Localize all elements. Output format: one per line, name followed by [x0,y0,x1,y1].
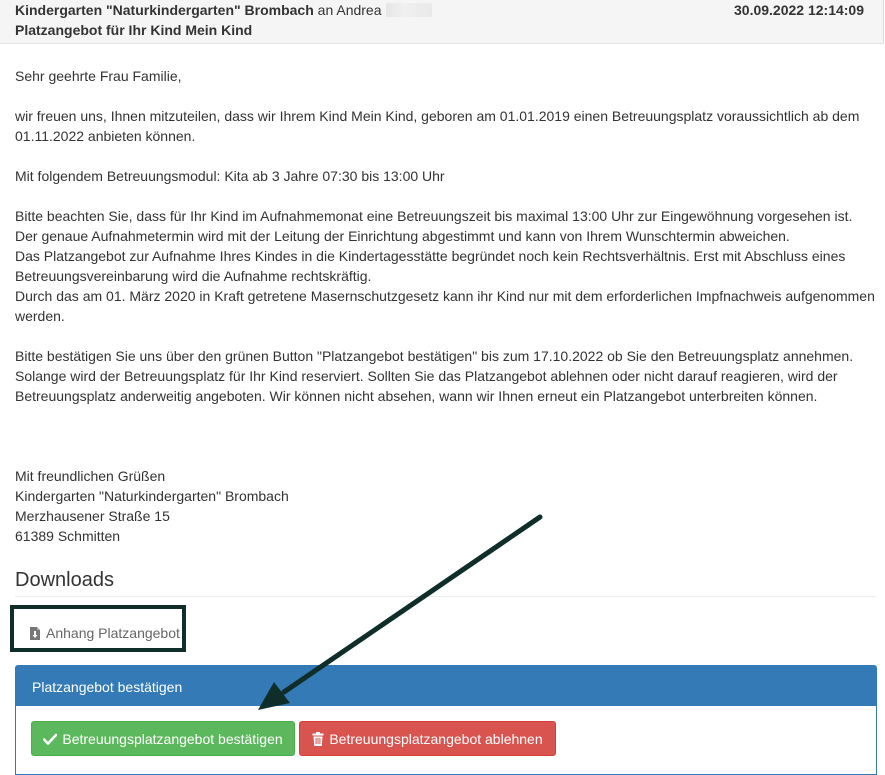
reject-offer-label: Betreuungsplatzangebot ablehnen [329,730,543,747]
check-icon [43,733,58,745]
accept-offer-label: Betreuungsplatzangebot bestätigen [62,730,283,747]
accept-offer-button[interactable]: Betreuungsplatzangebot bestätigen [31,721,295,756]
paragraph-confirm-request: Bitte bestätigen Sie uns über den grünen… [15,348,854,404]
redacted-name [385,3,432,17]
confirm-panel-header: Platzangebot bestätigen [16,666,876,706]
paragraph-offer: wir freuen uns, Ihnen mitzuteilen, dass … [15,108,860,144]
closing: Mit freundlichen Grüßen [15,468,166,484]
downloads-heading: Downloads [15,569,114,591]
paragraph-notice-line: Der genaue Aufnahmetermin wird mit der L… [15,228,790,244]
greeting: Sehr geehrte Frau Familie, [15,68,182,84]
file-download-icon [29,626,42,641]
signature-line: 61389 Schmitten [15,528,121,544]
paragraph-notice-line: Bitte beachten Sie, dass für Ihr Kind im… [15,208,853,224]
recipient-name: an Andrea [317,2,382,18]
confirm-panel-title: Platzangebot bestätigen [32,679,183,695]
message-date: 30.09.2022 12:14:09 [734,2,864,18]
message-body: Sehr geehrte Frau Familie, wir freuen un… [15,66,880,546]
paragraph-module: Mit folgendem Betreuungsmodul: Kita ab 3… [15,168,445,184]
signature-line: Merzhausener Straße 15 [15,508,170,524]
attachment-link[interactable]: Anhang Platzangebot [29,625,180,641]
paragraph-notice-line: Durch das am 01. März 2020 in Kraft getr… [15,288,875,324]
trash-icon [312,731,324,746]
paragraph-notice-line: Das Platzangebot zur Aufnahme Ihres Kind… [15,248,846,284]
sender-name: Kindergarten "Naturkindergarten" Brombac… [15,2,314,18]
reject-offer-button[interactable]: Betreuungsplatzangebot ablehnen [299,721,556,756]
message-header: Kindergarten "Naturkindergarten" Brombac… [0,0,884,44]
message-subject: Platzangebot für Ihr Kind Mein Kind [15,22,253,38]
downloads-divider [15,596,876,597]
attachment-label: Anhang Platzangebot [46,625,180,641]
confirm-panel: Platzangebot bestätigen [15,665,877,775]
header-from-line: Kindergarten "Naturkindergarten" Brombac… [15,2,432,18]
signature-line: Kindergarten "Naturkindergarten" Brombac… [15,488,289,504]
